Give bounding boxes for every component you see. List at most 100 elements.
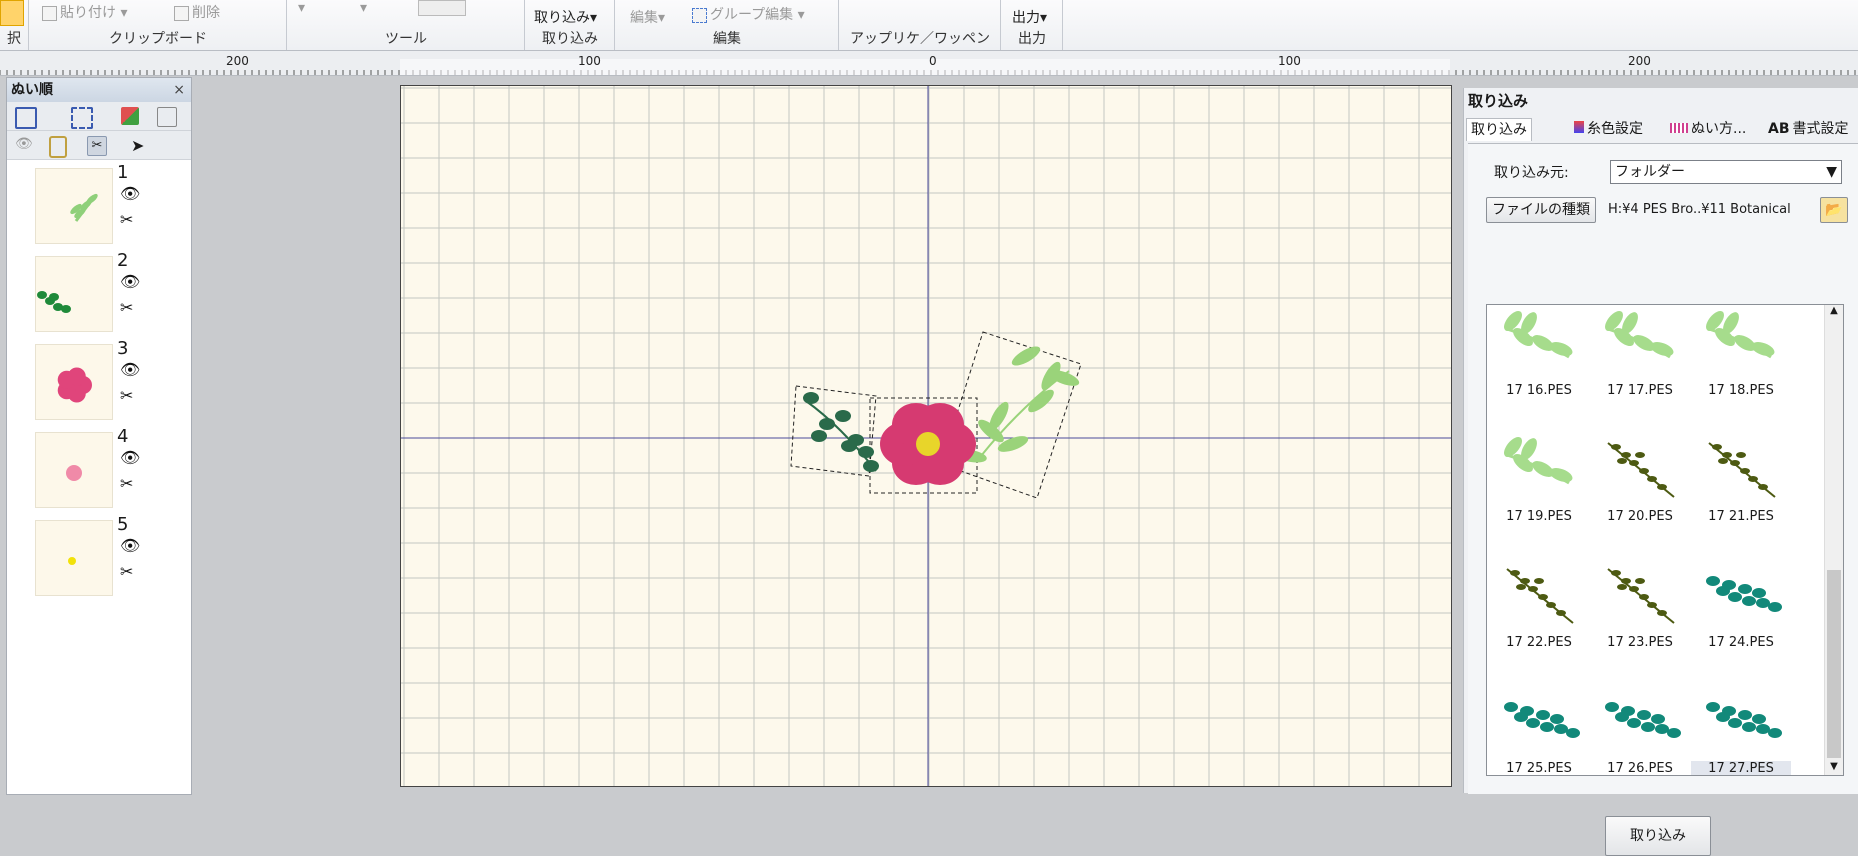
eye-icon[interactable]: 👁 xyxy=(15,136,33,154)
scissors-icon[interactable]: ✂ xyxy=(87,136,107,156)
eye-icon[interactable]: 👁 xyxy=(120,272,140,291)
ruler-label: 100 xyxy=(1278,54,1301,68)
branch-leaf xyxy=(1722,580,1736,590)
file-thumbnail[interactable]: 17 26.PES xyxy=(1590,677,1690,775)
file-thumbnail[interactable]: 17 24.PES xyxy=(1691,551,1791,671)
paste-button[interactable]: 貼り付け ▾ xyxy=(42,2,127,22)
eye-icon[interactable]: 👁 xyxy=(120,448,140,467)
edit-group-label: 編集 xyxy=(713,31,741,47)
stem-leaf xyxy=(1629,586,1639,592)
sew-order-thumbnail[interactable] xyxy=(35,168,113,244)
file-thumbnail[interactable]: 17 21.PES xyxy=(1691,425,1791,545)
file-thumbnail[interactable]: 17 16.PES xyxy=(1489,305,1589,419)
stem-leaf xyxy=(1712,444,1722,450)
tab-format[interactable]: AB 書式設定 xyxy=(1768,118,1849,140)
stem-leaf xyxy=(1546,602,1556,608)
sew-order-thumbnail[interactable] xyxy=(35,520,113,596)
delete-button[interactable]: 削除 xyxy=(174,2,220,22)
branch-leaf xyxy=(1738,584,1752,594)
stem-leaf xyxy=(1510,570,1520,576)
delete-icon xyxy=(174,5,189,21)
file-thumbnail[interactable]: 17 27.PES xyxy=(1691,677,1791,775)
output-group-label: 出力 xyxy=(1018,31,1046,47)
scissors-icon[interactable]: ✂ xyxy=(120,474,133,493)
eye-icon[interactable]: 👁 xyxy=(120,360,140,379)
group-edit-button[interactable]: グループ編集 ▾ xyxy=(692,4,805,24)
ruler-label: 200 xyxy=(226,54,249,68)
file-list-scrollbar[interactable]: ▲ ▼ xyxy=(1824,305,1843,775)
sew-order-list: 1 👁 ✂ 2 👁 ✂ 3 👁 ✂ 4 👁 ✂ 5 👁 ✂ xyxy=(7,158,191,778)
hand-tool-icon[interactable] xyxy=(418,0,466,16)
scissors-icon[interactable]: ✂ xyxy=(120,562,133,581)
sew-order-thumbnail[interactable] xyxy=(35,256,113,332)
close-icon[interactable]: × xyxy=(173,78,185,102)
scroll-up-icon[interactable]: ▲ xyxy=(1825,305,1843,319)
open-folder-icon[interactable]: 📂 xyxy=(1820,197,1848,223)
file-type-button[interactable]: ファイルの種類 xyxy=(1486,197,1596,223)
clipboard-group: 貼り付け ▾ 削除 クリップボード xyxy=(30,0,287,50)
stem-leaf xyxy=(1635,578,1645,584)
thread-color-icon xyxy=(1574,121,1584,133)
tools-group: ▾ ▾ ツール xyxy=(288,0,525,50)
file-thumbnail[interactable]: 17 17.PES xyxy=(1590,305,1690,419)
stem-leaf xyxy=(1740,468,1750,474)
design-canvas[interactable] xyxy=(400,85,1452,787)
ruler-label: 200 xyxy=(1628,54,1651,68)
branch-leaf xyxy=(49,293,59,301)
group-icon[interactable] xyxy=(71,107,93,129)
file-thumbnail[interactable]: 17 25.PES xyxy=(1489,677,1589,775)
sew-order-panel: ぬい順 × 👁 ✂ ➤ 1 👁 ✂ 2 👁 ✂ 3 👁 ✂ 4 👁 ✂ 5 👁 ✂ xyxy=(6,77,192,795)
tools-group-label: ツール xyxy=(385,31,427,47)
file-thumbnail[interactable]: 17 18.PES xyxy=(1691,305,1791,419)
select-button[interactable] xyxy=(0,0,24,26)
tab-format-label: 書式設定 xyxy=(1792,121,1849,137)
tab-thread-color[interactable]: 糸色設定 xyxy=(1574,118,1643,140)
import-panel-title: 取り込み xyxy=(1468,92,1529,110)
small-flower-icon xyxy=(66,465,82,481)
color-sort-icon[interactable] xyxy=(121,107,139,125)
source-select[interactable]: フォルダー ▼ xyxy=(1610,160,1842,184)
import-data-button[interactable]: 取り込み▾ xyxy=(534,7,597,27)
sew-order-number: 2 xyxy=(117,250,129,271)
file-thumbnail[interactable]: 17 19.PES xyxy=(1489,425,1589,545)
tool-dropdown-2[interactable]: ▾ xyxy=(360,0,367,16)
tab-sew-type[interactable]: ぬい方... xyxy=(1670,118,1746,140)
scissors-icon[interactable]: ✂ xyxy=(120,386,133,405)
option-edit-button[interactable]: 編集▾ xyxy=(630,7,665,27)
sew-order-number: 5 xyxy=(117,514,129,535)
branch-leaf xyxy=(1756,598,1770,608)
tool-dropdown-1[interactable]: ▾ xyxy=(298,0,305,16)
chevron-down-icon: ▼ xyxy=(1826,164,1837,180)
scissors-icon[interactable]: ✂ xyxy=(120,210,133,229)
stem-leaf xyxy=(1520,578,1530,584)
scroll-down-icon[interactable]: ▼ xyxy=(1825,761,1843,775)
lock-icon[interactable] xyxy=(49,136,67,158)
applique-group: アップリケ／ワッペン xyxy=(840,0,1001,50)
tab-import[interactable]: 取り込み xyxy=(1466,118,1532,141)
branch-leaf xyxy=(1651,714,1665,724)
sew-order-number: 1 xyxy=(117,162,129,183)
stem-icon xyxy=(1708,442,1776,498)
scrollbar-thumb[interactable] xyxy=(1827,570,1841,758)
scissors-icon[interactable]: ✂ xyxy=(120,298,133,317)
select-group: 択 xyxy=(0,0,29,50)
import-button[interactable]: 取り込み xyxy=(1605,816,1711,856)
stem-leaf xyxy=(1621,452,1631,458)
file-thumbnail[interactable]: 17 23.PES xyxy=(1590,551,1690,671)
sew-type-icon xyxy=(1670,123,1688,133)
branch-leaf xyxy=(1728,718,1742,728)
file-thumbnail[interactable]: 17 22.PES xyxy=(1489,551,1589,671)
file-name: 17 20.PES xyxy=(1607,509,1673,524)
stem-leaf xyxy=(1611,444,1621,450)
eye-icon[interactable]: 👁 xyxy=(120,184,140,203)
eye-icon[interactable]: 👁 xyxy=(120,536,140,555)
output-button[interactable]: 出力▾ xyxy=(1012,7,1047,27)
file-thumbnail[interactable]: 17 20.PES xyxy=(1590,425,1690,545)
frame-select-icon[interactable] xyxy=(15,107,37,129)
stem-leaf xyxy=(1657,610,1667,616)
sew-order-thumbnail[interactable] xyxy=(35,344,113,420)
edit-group: 編集▾ グループ編集 ▾ 編集 xyxy=(616,0,839,50)
frame-icon[interactable] xyxy=(157,107,177,127)
pointer-icon[interactable]: ➤ xyxy=(131,136,149,155)
sew-order-thumbnail[interactable] xyxy=(35,432,113,508)
